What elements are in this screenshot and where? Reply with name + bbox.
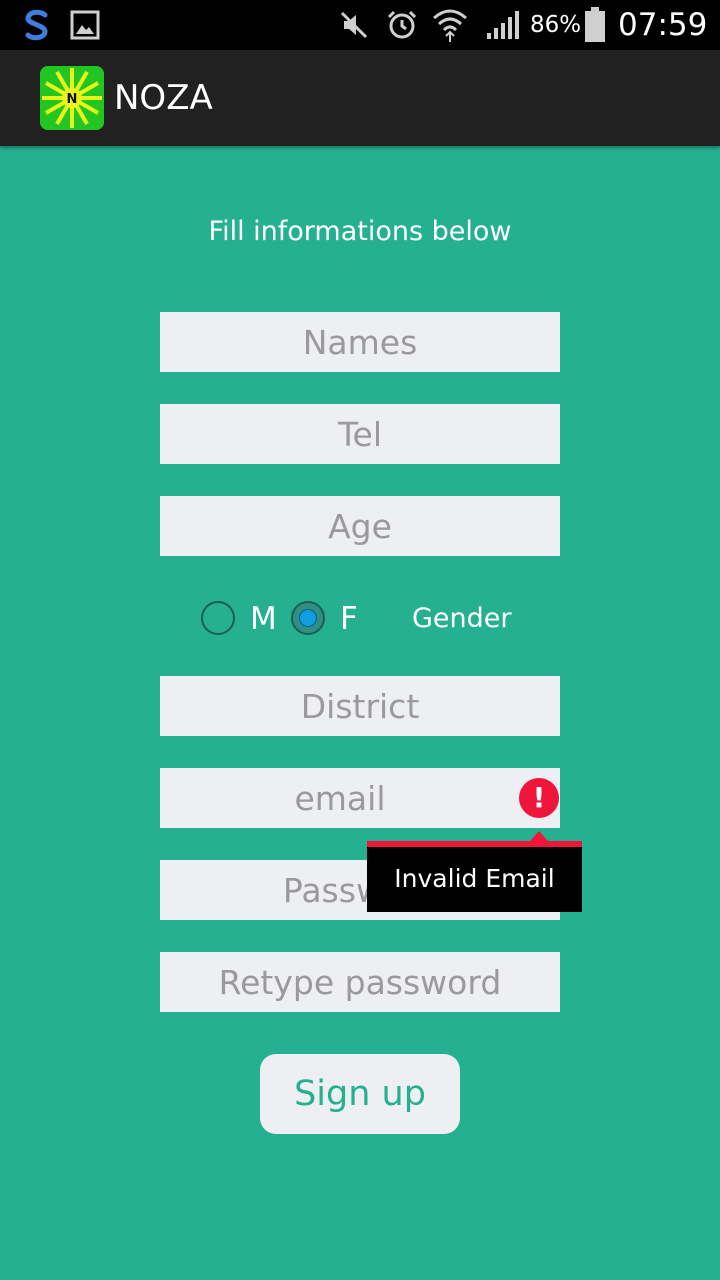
sign-up-button[interactable]: Sign up: [260, 1054, 460, 1134]
battery-icon: [584, 0, 606, 50]
sunburst-icon: N: [40, 66, 104, 130]
app-logo[interactable]: N: [40, 66, 104, 130]
district-field[interactable]: [160, 676, 560, 736]
form-instruction: Fill informations below: [208, 216, 512, 247]
email-error-tooltip: Invalid Email: [367, 841, 582, 912]
tel-input[interactable]: [160, 404, 560, 464]
tel-field[interactable]: [160, 404, 560, 464]
retype-password-field[interactable]: [160, 952, 560, 1012]
gallery-icon: [68, 0, 102, 50]
email-field[interactable]: [160, 768, 560, 828]
gender-row: M F Gender: [0, 590, 720, 650]
age-input[interactable]: [160, 496, 560, 556]
app-bar: N NOZA: [0, 50, 720, 146]
clock: 07:59: [618, 7, 708, 43]
gender-label: Gender: [412, 603, 512, 634]
names-field[interactable]: [160, 312, 560, 372]
alarm-icon: [384, 0, 420, 50]
mute-icon: [336, 0, 372, 50]
error-icon[interactable]: !: [519, 778, 559, 818]
s-app-icon: [18, 0, 56, 50]
status-bar: 86% 07:59: [0, 0, 720, 50]
gender-option-f-label[interactable]: F: [340, 590, 358, 648]
gender-radio-m[interactable]: [201, 601, 235, 635]
wifi-icon: [430, 0, 470, 50]
gender-option-m-label[interactable]: M: [250, 590, 277, 648]
age-field[interactable]: [160, 496, 560, 556]
signal-icon: [484, 0, 522, 50]
app-title: NOZA: [114, 78, 213, 118]
retype-password-input[interactable]: [160, 952, 560, 1012]
district-input[interactable]: [160, 676, 560, 736]
gender-radio-f[interactable]: [291, 601, 325, 635]
email-input[interactable]: [160, 768, 560, 828]
tooltip-pointer: [530, 831, 548, 841]
names-input[interactable]: [160, 312, 560, 372]
battery-percent: 86%: [530, 12, 582, 38]
logo-letter: N: [67, 92, 78, 107]
